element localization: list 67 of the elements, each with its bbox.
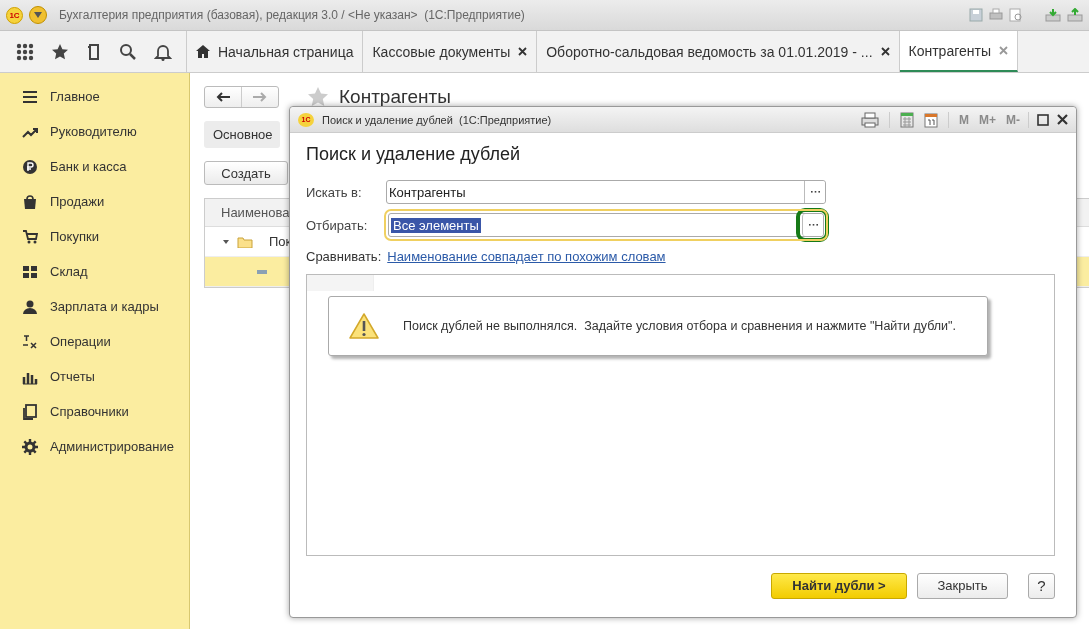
sidebar-item[interactable]: Отчеты [0, 359, 189, 394]
sidebar-item[interactable]: Администрирование [0, 429, 189, 464]
sidebar-item[interactable]: Справочники [0, 394, 189, 429]
import-icon[interactable] [1067, 8, 1083, 22]
sidebar-item[interactable]: Зарплата и кадры [0, 289, 189, 324]
save-icon[interactable] [969, 8, 983, 22]
books-icon [22, 403, 38, 420]
field-label: Отбирать: [306, 217, 369, 233]
caret-icon [34, 12, 42, 18]
help-button[interactable]: ? [1028, 572, 1055, 599]
sidebar-item[interactable]: Банк и касса [0, 149, 189, 184]
sidebar-item[interactable]: Операции [0, 324, 189, 359]
dialog-title: Поиск и удаление дублей (1С:Предприятие) [322, 113, 552, 126]
left-arrow-icon [216, 92, 230, 102]
star-icon[interactable] [307, 86, 329, 108]
find-duplicates-button[interactable]: Найти дубли > [771, 572, 907, 599]
sidebar-item[interactable]: Руководителю [0, 114, 189, 149]
close-icon[interactable] [518, 47, 528, 56]
right-arrow-icon [253, 92, 267, 102]
print-icon[interactable] [989, 8, 1003, 22]
tab[interactable]: Контрагенты [899, 31, 1018, 72]
star-icon[interactable] [51, 42, 69, 61]
sidebar-item[interactable]: Главное [0, 79, 189, 114]
export-icon[interactable] [1045, 8, 1061, 22]
column-header[interactable]: Наименова [221, 205, 290, 220]
sidebar-item[interactable]: Склад [0, 254, 189, 289]
preview-icon[interactable] [1009, 8, 1023, 22]
choose-button[interactable] [804, 181, 825, 203]
close-icon[interactable] [1057, 114, 1068, 125]
bell-icon[interactable] [154, 42, 172, 61]
app-logo: 1С [6, 6, 23, 24]
folder-icon [237, 235, 253, 248]
settings-icon [22, 438, 38, 455]
apps-grid-icon[interactable] [16, 42, 34, 61]
dialog-heading: Поиск и удаление дублей [306, 144, 522, 165]
sidebar-item[interactable]: Покупки [0, 219, 189, 254]
grid-icon [22, 263, 38, 280]
list-icon [22, 88, 38, 105]
input-field[interactable]: Контрагенты [386, 180, 826, 204]
field-label: Искать в: [306, 184, 363, 200]
section-button[interactable]: Основное [204, 121, 280, 148]
ruble-icon [22, 158, 38, 175]
compare-link[interactable]: Наименование совпадает по похожим словам [387, 249, 666, 264]
shopping-bag-icon [22, 193, 38, 210]
caret-icon[interactable] [223, 239, 229, 244]
person-icon [22, 298, 38, 315]
warning-icon [349, 313, 379, 339]
calculator-icon[interactable] [900, 111, 914, 128]
create-button[interactable]: Создать [204, 161, 288, 185]
main-menu-button[interactable] [29, 6, 47, 24]
search-icon[interactable] [119, 42, 137, 61]
item-icon [257, 269, 267, 274]
sidebar-item[interactable]: Продажи [0, 184, 189, 219]
tab[interactable]: Оборотно-сальдовая ведомость за 01.01.2019 - ... [537, 31, 900, 72]
print-icon[interactable] [861, 111, 879, 128]
close-button[interactable]: Закрыть [917, 572, 1008, 599]
maximize-icon[interactable] [1037, 113, 1049, 126]
field-label: Сравнивать: [306, 249, 382, 264]
calendar-icon[interactable] [924, 111, 938, 128]
info-message: Поиск дублей не выполнялся. Задайте условия отбора и сравнения и нажмите "Найти дубли". [403, 319, 956, 333]
window-title: Бухгалтерия предприятия (базовая), редакция 3.0 / <Не указан> (1С:Предприятие) [59, 8, 525, 22]
tab[interactable]: Начальная страница [187, 31, 364, 72]
tab[interactable]: Кассовые документы [363, 31, 538, 72]
home-icon [196, 45, 210, 58]
cart-icon [22, 228, 38, 245]
close-icon[interactable] [880, 47, 890, 56]
form-title: Контрагенты [339, 86, 451, 108]
